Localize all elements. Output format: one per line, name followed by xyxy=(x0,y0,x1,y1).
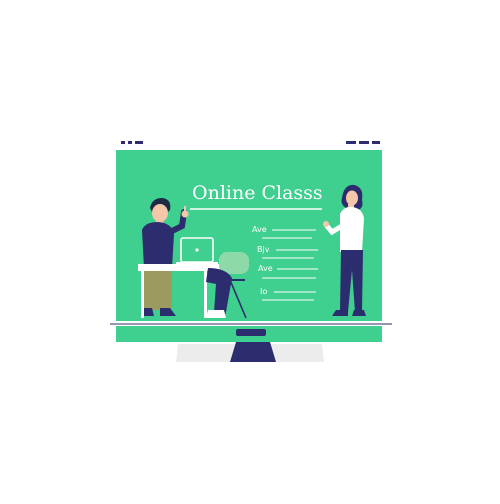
board-label-2: Bjv xyxy=(257,245,270,254)
window-dots-left xyxy=(121,141,143,144)
board-label-1: Ave xyxy=(252,225,267,234)
online-class-illustration: Online Classs Ave Bjv Ave Io xyxy=(0,0,500,500)
window-dots-right xyxy=(346,141,380,144)
monitor-stand xyxy=(230,342,276,362)
title: Online Classs xyxy=(192,182,323,204)
monitor-scene: Online Classs Ave Bjv Ave Io xyxy=(108,137,394,362)
board-label-3: Ave xyxy=(258,264,273,273)
monitor-logo xyxy=(236,329,266,336)
board-label-4: Io xyxy=(260,287,267,296)
laptop-icon xyxy=(176,237,218,265)
